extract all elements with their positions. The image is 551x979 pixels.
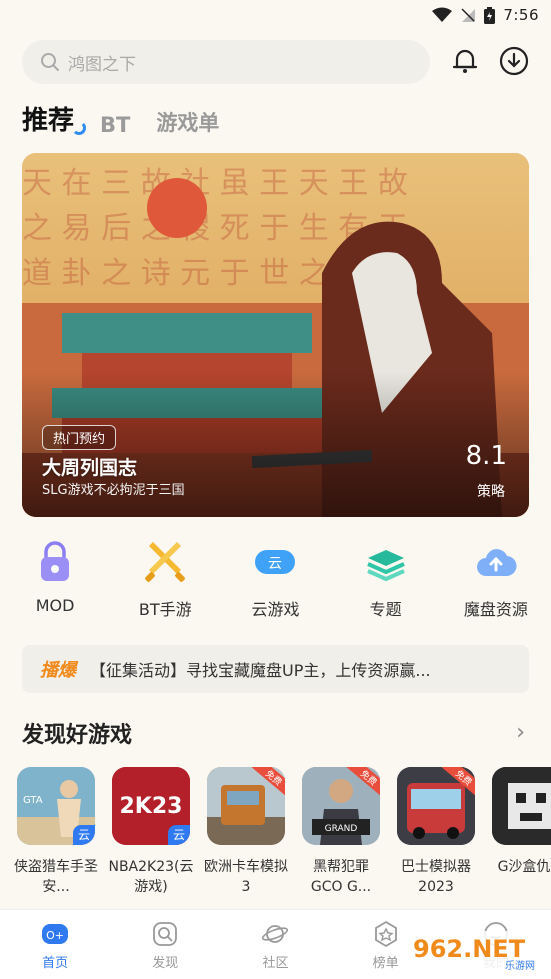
home-gamepad-icon: O+ xyxy=(42,924,69,944)
hot-reservation-badge: 热门预约 xyxy=(42,425,117,450)
discover-icon xyxy=(153,922,178,946)
game-name: G沙盒仇恨 xyxy=(497,859,551,875)
game-name: 欧洲卡车模拟3 xyxy=(204,859,288,895)
cloud-upload-icon xyxy=(476,549,517,577)
tab-game-list[interactable]: 游戏单 xyxy=(156,107,219,137)
game-item[interactable]: 免费 欧洲卡车模拟3 xyxy=(204,767,288,897)
tab-bt[interactable]: BT xyxy=(100,113,130,137)
layers-icon xyxy=(366,550,405,582)
search-input[interactable]: 鸿图之下 xyxy=(22,40,430,84)
banner-subtitle: SLG游戏不必拘泥于三国 xyxy=(42,483,185,498)
banner-category: 策略 xyxy=(477,484,505,500)
swords-icon xyxy=(145,542,186,582)
clock: 7:56 xyxy=(503,6,539,24)
game-name: 黑帮犯罪GCO G... xyxy=(310,859,372,895)
nav-home[interactable]: O+ 首页 xyxy=(0,910,110,979)
status-bar: 7:56 xyxy=(0,0,551,32)
quick-link-topics[interactable]: 专题 xyxy=(331,540,441,620)
game-item[interactable]: 2K23 云 NBA2K23(云游戏) xyxy=(108,767,194,897)
banner-title: 大周列国志 xyxy=(42,457,138,479)
svg-text:GTA: GTA xyxy=(23,795,43,806)
top-tabs: 推荐 BT 游戏单 xyxy=(22,100,219,137)
game-name: 侠盗猎车手圣安... xyxy=(14,859,98,895)
announcement-tag: 播爆 xyxy=(40,660,76,681)
game-icon: 2K23 云 xyxy=(112,767,190,845)
watermark-text: 962.NET xyxy=(413,935,526,963)
game-item[interactable]: GTA 云 侠盗猎车手圣安... xyxy=(14,767,98,897)
game-list: GTA 云 侠盗猎车手圣安... 2K23 云 NBA2K23(云游戏) 免费 … xyxy=(14,767,551,897)
search-placeholder: 鸿图之下 xyxy=(68,54,136,75)
game-item[interactable]: GRAND 免费 黑帮犯罪GCO G... xyxy=(302,767,380,897)
svg-text:云: 云 xyxy=(268,556,282,572)
game-icon: GRAND 免费 xyxy=(302,767,380,845)
game-icon xyxy=(492,767,551,845)
cloud-gamepad-icon: 云 xyxy=(255,550,296,574)
tab-recommend[interactable]: 推荐 xyxy=(22,100,87,137)
watermark-subtext: 乐游网 xyxy=(505,959,535,972)
cloud-badge: 云 xyxy=(73,825,95,845)
game-item[interactable]: G沙盒仇恨 xyxy=(492,767,551,897)
cloud-badge: 云 xyxy=(168,825,190,845)
svg-text:2K23: 2K23 xyxy=(120,794,183,819)
quick-link-bt-games[interactable]: BT手游 xyxy=(110,540,220,620)
svg-text:O+: O+ xyxy=(46,929,64,942)
banner-score: 8.1 xyxy=(465,441,507,471)
no-signal-icon xyxy=(461,8,476,22)
game-name: NBA2K23(云游戏) xyxy=(108,859,194,895)
quick-link-modisk-resources[interactable]: 魔盘资源 xyxy=(441,540,551,620)
game-icon: GTA 云 xyxy=(17,767,95,845)
battery-icon xyxy=(484,6,496,24)
nav-discover[interactable]: 发现 xyxy=(110,910,220,979)
announcement-bar[interactable]: 播爆 【征集活动】寻找宝藏魔盘UP主，上传资源赢... xyxy=(22,645,529,693)
featured-banner[interactable]: 天 在 三 故 社 虽 王 天 王 故 之 易 后 之 稷 死 于 生 有 王 … xyxy=(22,153,529,517)
game-name: 巴士模拟器2023 xyxy=(401,859,471,895)
game-icon: 免费 xyxy=(207,767,285,845)
download-icon[interactable] xyxy=(498,45,530,77)
nav-community[interactable]: 社区 xyxy=(220,910,330,979)
active-tab-indicator xyxy=(72,121,87,135)
chevron-right-icon[interactable]: › xyxy=(516,720,525,745)
game-icon: 免费 xyxy=(397,767,475,845)
wifi-icon xyxy=(432,7,453,22)
svg-text:GRAND: GRAND xyxy=(325,824,358,834)
search-icon xyxy=(41,53,59,71)
quick-link-cloud-games[interactable]: 云 云游戏 xyxy=(220,540,330,620)
quick-links: MOD BT手游 云 云游戏 专题 魔盘资源 xyxy=(0,540,551,620)
star-badge-icon xyxy=(374,920,397,948)
quick-link-mod[interactable]: MOD xyxy=(0,540,110,620)
announcement-text: 【征集活动】寻找宝藏魔盘UP主，上传资源赢... xyxy=(90,661,431,680)
site-watermark-logo: 962.NET 乐游网 xyxy=(405,931,545,972)
game-item[interactable]: 免费 巴士模拟器2023 xyxy=(397,767,475,897)
bell-icon[interactable] xyxy=(449,45,481,77)
lock-icon xyxy=(41,541,70,581)
planet-icon xyxy=(262,925,289,943)
section-title: 发现好游戏 xyxy=(22,723,133,748)
